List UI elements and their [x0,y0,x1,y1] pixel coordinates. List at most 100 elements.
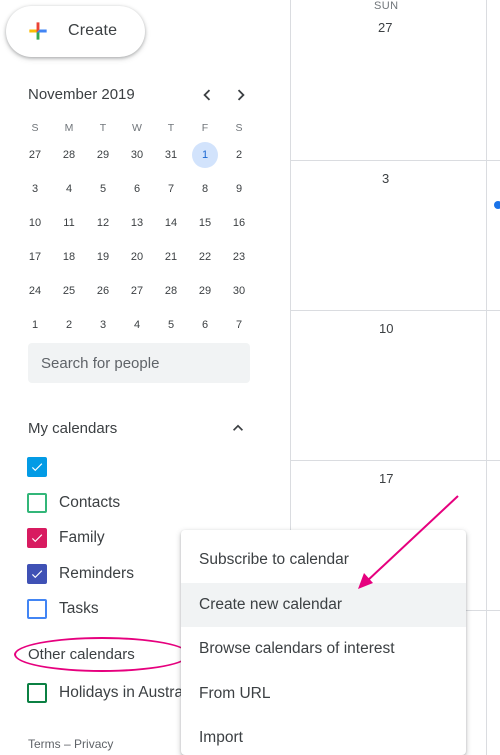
mini-calendar-day[interactable]: 1 [188,142,222,168]
mini-calendar-day-number: 28 [164,285,178,297]
mini-calendar-day[interactable]: 1 [18,312,52,338]
mini-calendar-day[interactable]: 2 [222,142,256,168]
calendar-item-label: Family [59,529,105,546]
mini-calendar-day[interactable]: 23 [222,244,256,270]
calendar-item[interactable]: Family [27,527,105,549]
calendar-item[interactable] [27,456,59,478]
mini-calendar-day-number: 5 [167,319,175,331]
menu-item[interactable]: From URL [181,672,466,717]
mini-calendar-day[interactable]: 2 [52,312,86,338]
calendar-checkbox[interactable] [27,528,47,548]
calendar-item[interactable]: Holidays in Austra [27,682,183,704]
mini-calendar-day-number: 17 [28,251,42,263]
mini-calendar-day[interactable]: 30 [222,278,256,304]
mini-calendar-day[interactable]: 3 [18,176,52,202]
chevron-left-icon[interactable] [196,84,218,106]
mini-calendar-day[interactable]: 13 [120,210,154,236]
mini-calendar-day[interactable]: 15 [188,210,222,236]
mini-calendar-day-number: 2 [65,319,73,331]
calendar-checkbox[interactable] [27,492,47,513]
mini-calendar-day[interactable]: 28 [154,278,188,304]
grid-date[interactable]: 27 [378,20,392,35]
mini-calendar-week: 17 18 19 20 21 22 23 [18,240,256,274]
grid-date[interactable]: 10 [379,321,393,336]
mini-calendar-day[interactable]: 10 [18,210,52,236]
terms-link[interactable]: Terms [28,737,61,751]
calendar-checkbox[interactable] [27,683,47,703]
mini-calendar-week: 27 28 29 30 31 1 2 [18,138,256,172]
mini-calendar-day[interactable]: 12 [86,210,120,236]
menu-item[interactable]: Import [181,716,466,755]
mini-calendar-day[interactable]: 14 [154,210,188,236]
mini-calendar-day[interactable]: 16 [222,210,256,236]
mini-calendar-day[interactable]: 21 [154,244,188,270]
mini-calendar-day[interactable]: 26 [86,278,120,304]
create-button-label: Create [68,22,118,39]
mini-calendar-day[interactable]: 7 [154,176,188,202]
mini-calendar-day[interactable]: 31 [154,142,188,168]
mini-calendar-day[interactable]: 5 [86,176,120,202]
mini-calendar-day[interactable]: 27 [120,278,154,304]
mini-calendar-day[interactable]: 27 [18,142,52,168]
mini-calendar-day-number: 31 [164,149,178,161]
mini-calendar-day[interactable]: 19 [86,244,120,270]
mini-calendar-day[interactable]: 18 [52,244,86,270]
mini-calendar-day[interactable]: 28 [52,142,86,168]
menu-item[interactable]: Browse calendars of interest [181,627,466,672]
mini-calendar-day[interactable]: 11 [52,210,86,236]
mini-calendar-day-number: 7 [167,183,175,195]
mini-calendar-day[interactable]: 5 [154,312,188,338]
mini-calendar-day[interactable]: 24 [18,278,52,304]
mini-calendar-day-number: 9 [235,183,243,195]
menu-item[interactable]: Subscribe to calendar [181,538,466,583]
mini-calendar-day[interactable]: 3 [86,312,120,338]
mini-calendar-day[interactable]: 17 [18,244,52,270]
footer: Terms – Privacy [28,737,113,751]
mini-calendar-day-number: 24 [28,285,42,297]
grid-date[interactable]: 17 [379,471,393,486]
menu-item[interactable]: Create new calendar [181,582,466,627]
privacy-link[interactable]: Privacy [74,737,113,751]
mini-calendar-day[interactable]: 29 [188,278,222,304]
calendar-checkbox[interactable] [27,599,47,619]
mini-calendar-day[interactable]: 6 [120,176,154,202]
plus-icon [29,22,47,40]
mini-calendar-day[interactable]: 4 [52,176,86,202]
mini-calendar-day-number: 11 [63,217,75,229]
mini-calendar-week: 10 11 12 13 14 15 16 [18,206,256,240]
calendar-item[interactable]: Contacts [27,492,120,514]
grid-date[interactable]: 3 [382,171,389,186]
mini-calendar-day[interactable]: 29 [86,142,120,168]
mini-calendar-day[interactable]: 22 [188,244,222,270]
mini-calendar-day[interactable]: 4 [120,312,154,338]
mini-calendar-week: 24 25 26 27 28 29 30 [18,274,256,308]
mini-calendar-day-number: 30 [130,149,144,161]
create-button[interactable]: Create [6,6,145,57]
mini-calendar-day[interactable]: 25 [52,278,86,304]
calendar-item[interactable]: Tasks [27,598,99,620]
footer-separator: – [64,737,71,751]
mini-calendar-day-number: 28 [62,149,76,161]
search-people-input[interactable] [28,343,250,383]
mini-calendar-day[interactable]: 8 [188,176,222,202]
mini-calendar-day[interactable]: 6 [188,312,222,338]
chevron-up-icon[interactable] [228,418,248,438]
mini-calendar-day-number: 21 [164,251,178,263]
mini-calendar-day[interactable]: 9 [222,176,256,202]
mini-calendar-day-number: 23 [232,251,246,263]
mini-calendar-day-number: 18 [62,251,76,263]
mini-calendar-day-number: 7 [235,319,243,331]
day-of-week-label: SUN [374,0,399,12]
mini-calendar-day[interactable]: 30 [120,142,154,168]
mini-calendar-day[interactable]: 20 [120,244,154,270]
calendar-item-label: Contacts [59,493,121,511]
chevron-right-icon[interactable] [230,84,252,106]
mini-calendar-day-number: 4 [65,183,73,195]
calendar-checkbox[interactable] [27,563,47,584]
calendar-checkbox[interactable] [27,457,47,477]
mini-calendar-day-number: 26 [96,285,110,297]
mini-calendar-day[interactable]: 7 [222,312,256,338]
event-dot[interactable] [494,201,500,209]
mini-calendar-day-number: 6 [133,183,141,195]
calendar-item[interactable]: Reminders [27,563,134,585]
